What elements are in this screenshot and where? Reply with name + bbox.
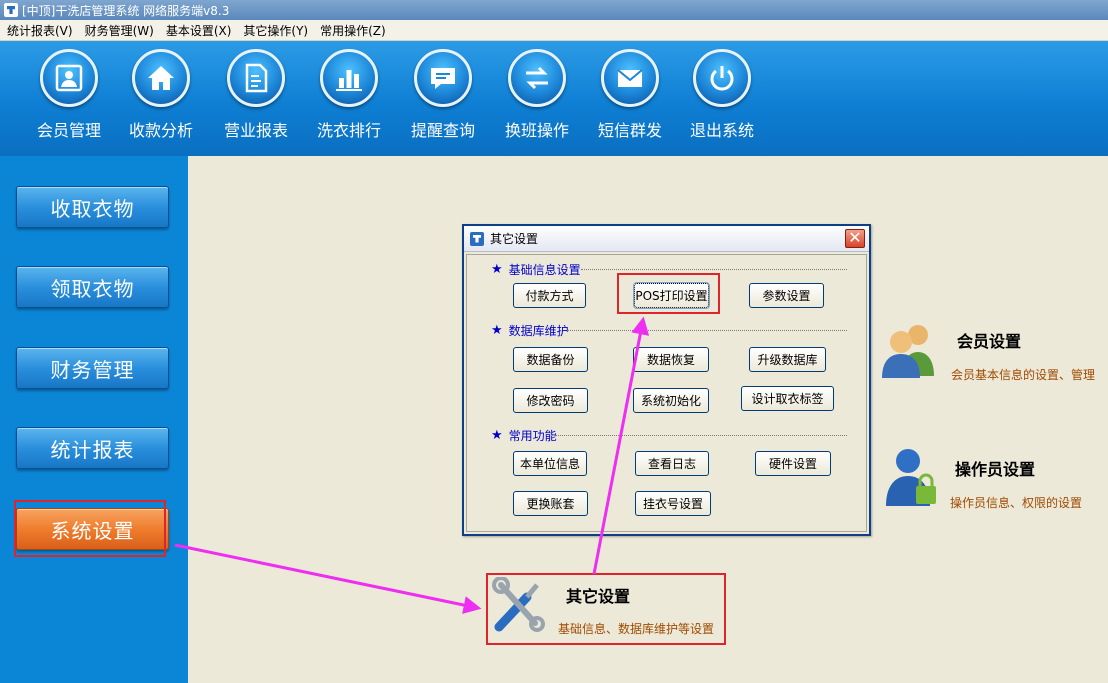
- report-icon: [227, 49, 285, 107]
- switch-account-button[interactable]: 更换账套: [513, 491, 588, 516]
- design-pickup-label-button[interactable]: 设计取衣标签: [741, 386, 834, 411]
- menu-bar: 统计报表(V) 财务管理(W) 基本设置(X) 其它操作(Y) 常用操作(Z): [0, 20, 1108, 41]
- toolbar-label: 短信群发: [597, 121, 662, 140]
- section-title: 数据库维护: [508, 324, 569, 338]
- change-password-button[interactable]: 修改密码: [513, 388, 588, 413]
- title-bar: [中顶]干洗店管理系统 网络服务端v8.3: [0, 0, 1108, 20]
- dialog-app-icon: [470, 231, 484, 246]
- power-icon: [693, 49, 751, 107]
- toolbar-label: 换班操作: [504, 121, 569, 140]
- menu-common-operations[interactable]: 常用操作(Z): [313, 22, 391, 39]
- toolbar-reminder-query[interactable]: 提醒查询: [403, 49, 483, 141]
- section-common-functions: ★ 常用功能: [491, 427, 847, 444]
- dialog-close-button[interactable]: ✕: [845, 229, 865, 248]
- operator-settings-desc: 操作员信息、权限的设置: [950, 496, 1083, 510]
- operator-settings-item[interactable]: 操作员设置 操作员信息、权限的设置: [884, 446, 1104, 516]
- bar-chart-icon: [320, 49, 378, 107]
- hardware-settings-button[interactable]: 硬件设置: [755, 451, 831, 476]
- sidebar-receive-clothes[interactable]: 收取衣物: [16, 186, 169, 228]
- toolbar-label: 提醒查询: [410, 121, 475, 140]
- toolbar-label: 洗衣排行: [316, 121, 381, 140]
- toolbar-member-management[interactable]: 会员管理: [29, 49, 109, 141]
- toolbar-laundry-ranking[interactable]: 洗衣排行: [309, 49, 389, 141]
- home-icon: [132, 49, 190, 107]
- data-backup-button[interactable]: 数据备份: [513, 347, 588, 372]
- view-log-button[interactable]: 查看日志: [635, 451, 709, 476]
- payment-method-button[interactable]: 付款方式: [513, 283, 586, 308]
- section-divider: [567, 330, 847, 331]
- section-title: 常用功能: [508, 429, 557, 443]
- data-restore-button[interactable]: 数据恢复: [633, 347, 709, 372]
- app-icon: [4, 3, 18, 17]
- highlight-pos-print-settings: [617, 273, 720, 314]
- toolbar-payment-analysis[interactable]: 收款分析: [121, 49, 201, 141]
- company-info-button[interactable]: 本单位信息: [513, 451, 587, 476]
- menu-statistics[interactable]: 统计报表(V): [0, 22, 78, 39]
- users-icon: [882, 325, 934, 378]
- toolbar-label: 收款分析: [128, 121, 193, 140]
- upgrade-database-button[interactable]: 升级数据库: [749, 347, 826, 372]
- section-basic-info: ★ 基础信息设置: [491, 261, 847, 278]
- toolbar-label: 退出系统: [689, 121, 754, 140]
- parameter-settings-button[interactable]: 参数设置: [749, 283, 824, 308]
- section-divider: [555, 435, 847, 436]
- main-toolbar: 会员管理 收款分析 营业报表 洗衣排行 提醒查询 换班操作 短信群发 退出系统: [0, 41, 1108, 156]
- toolbar-sms-broadcast[interactable]: 短信群发: [590, 49, 670, 141]
- section-divider: [581, 269, 847, 270]
- member-settings-item[interactable]: 会员设置 会员基本信息的设置、管理: [878, 318, 1098, 388]
- member-settings-title: 会员设置: [957, 332, 1022, 351]
- toolbar-label: 会员管理: [36, 121, 101, 140]
- other-settings-dialog: 其它设置 ✕ ★ 基础信息设置 付款方式 POS打印设置 参数设置 ★ 数据库维…: [462, 224, 871, 536]
- highlight-other-settings: [486, 573, 726, 645]
- message-icon: [414, 49, 472, 107]
- dialog-title: 其它设置: [490, 232, 539, 246]
- toolbar-label: 营业报表: [223, 121, 288, 140]
- toolbar-shift-change[interactable]: 换班操作: [497, 49, 577, 141]
- section-title: 基础信息设置: [508, 263, 581, 277]
- hanger-number-settings-button[interactable]: 挂衣号设置: [635, 491, 711, 516]
- dialog-title-bar: 其它设置 ✕: [464, 226, 869, 252]
- operator-settings-title: 操作员设置: [955, 460, 1036, 479]
- star-icon: ★: [491, 323, 503, 338]
- star-icon: ★: [491, 428, 503, 443]
- operator-lock-icon: [886, 449, 936, 506]
- star-icon: ★: [491, 262, 503, 277]
- section-database: ★ 数据库维护: [491, 322, 847, 339]
- system-initialize-button[interactable]: 系统初始化: [633, 388, 709, 413]
- highlight-system-settings: [14, 500, 166, 557]
- member-settings-desc: 会员基本信息的设置、管理: [951, 368, 1096, 382]
- menu-other-operations[interactable]: 其它操作(Y): [236, 22, 313, 39]
- sidebar-finance-management[interactable]: 财务管理: [16, 347, 169, 389]
- menu-finance[interactable]: 财务管理(W): [78, 22, 159, 39]
- left-sidebar: 收取衣物 领取衣物 财务管理 统计报表 系统设置: [0, 156, 188, 683]
- toolbar-business-report[interactable]: 营业报表: [216, 49, 296, 141]
- swap-icon: [508, 49, 566, 107]
- sms-icon: [601, 49, 659, 107]
- member-icon: [40, 49, 98, 107]
- sidebar-statistics-report[interactable]: 统计报表: [16, 427, 169, 469]
- toolbar-exit-system[interactable]: 退出系统: [682, 49, 762, 141]
- menu-basic-settings[interactable]: 基本设置(X): [159, 22, 237, 39]
- sidebar-pickup-clothes[interactable]: 领取衣物: [16, 266, 169, 308]
- window-title: [中顶]干洗店管理系统 网络服务端v8.3: [22, 3, 230, 18]
